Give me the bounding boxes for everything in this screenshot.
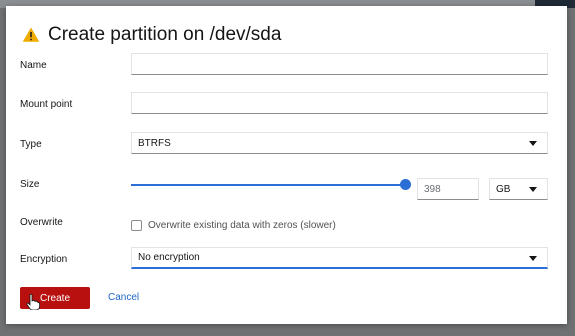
slider-thumb[interactable] — [400, 179, 412, 190]
overwrite-checkbox-label[interactable]: Overwrite existing data with zeros (slow… — [148, 220, 336, 231]
mount-point-label: Mount point — [20, 99, 73, 110]
unit-select[interactable]: GB — [489, 178, 548, 200]
unit-select-value: GB — [496, 183, 511, 195]
mount-point-input[interactable] — [131, 92, 548, 114]
size-slider[interactable] — [131, 179, 412, 190]
overwrite-checkbox[interactable] — [131, 220, 142, 231]
type-label: Type — [20, 139, 42, 150]
encryption-label: Encryption — [20, 254, 68, 265]
caret-down-icon — [529, 256, 537, 261]
dialog-header: Create partition on /dev/sda — [22, 24, 281, 46]
warning-triangle-icon — [22, 27, 40, 42]
name-input[interactable] — [131, 53, 548, 75]
name-label: Name — [20, 60, 47, 71]
type-select[interactable]: BTRFS — [131, 132, 548, 154]
type-select-value: BTRFS — [138, 137, 171, 149]
encryption-select[interactable]: No encryption — [131, 247, 548, 269]
hand-pointer-icon — [26, 294, 40, 310]
overwrite-label: Overwrite — [20, 217, 63, 228]
caret-down-icon — [529, 187, 537, 192]
encryption-select-value: No encryption — [138, 252, 200, 263]
size-input[interactable]: 398 — [417, 178, 479, 200]
slider-fill — [131, 184, 406, 186]
dialog-title: Create partition on /dev/sda — [48, 24, 282, 45]
create-partition-dialog: Create partition on /dev/sda Name Mount … — [6, 6, 567, 324]
cancel-button[interactable]: Cancel — [108, 292, 139, 303]
caret-down-icon — [529, 141, 537, 146]
size-label: Size — [20, 179, 40, 190]
